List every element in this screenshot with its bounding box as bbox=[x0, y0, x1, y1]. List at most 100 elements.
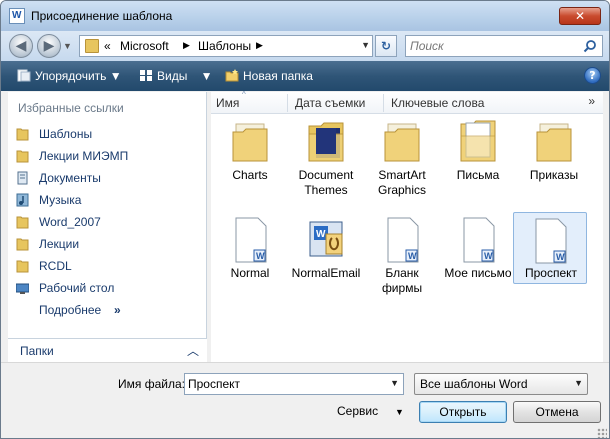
file-item-label: Document Themes bbox=[298, 168, 354, 197]
column-divider[interactable] bbox=[287, 94, 288, 112]
filename-label: Имя файла: bbox=[118, 377, 185, 391]
favorite-link-word2007[interactable]: Word_2007 bbox=[14, 212, 200, 232]
file-item-normal[interactable]: W Normal bbox=[212, 214, 288, 304]
help-button[interactable]: ? bbox=[584, 67, 601, 84]
folder-icon bbox=[16, 150, 29, 163]
file-item-label: Normal bbox=[230, 266, 270, 280]
organize-button[interactable]: Упорядочить ▼ bbox=[17, 68, 122, 84]
breadcrumb-separator-icon[interactable]: ▶ bbox=[183, 40, 190, 51]
svg-text:W: W bbox=[316, 229, 326, 240]
new-folder-icon bbox=[225, 69, 239, 82]
favorite-link-label: Лекции МИЭМП bbox=[39, 149, 129, 163]
favorite-link-music[interactable]: Музыка bbox=[14, 190, 200, 210]
column-header-keywords[interactable]: Ключевые слова bbox=[391, 96, 484, 110]
navigation-pane: Избранные ссылки Шаблоны Лекции МИЭМП До… bbox=[8, 92, 207, 362]
organize-label: Упорядочить bbox=[35, 69, 107, 83]
refresh-button[interactable]: ↻ bbox=[375, 35, 397, 57]
column-header-date[interactable]: Дата съемки bbox=[295, 96, 365, 110]
file-item-document-themes[interactable]: Document Themes bbox=[288, 116, 364, 206]
folder-icon bbox=[16, 238, 29, 251]
word-template-icon: W bbox=[387, 217, 419, 263]
tools-dropdown-icon[interactable]: ▼ bbox=[395, 407, 404, 417]
file-type-select[interactable]: Все шаблоны Word ▼ bbox=[414, 373, 588, 395]
file-item-label: Приказы bbox=[529, 168, 579, 182]
address-dropdown-icon[interactable]: ▼ bbox=[361, 40, 370, 50]
forward-button[interactable]: ▶ bbox=[37, 34, 61, 58]
breadcrumb-separator-icon[interactable]: ▶ bbox=[256, 40, 263, 51]
more-links-chevron-icon: » bbox=[114, 303, 121, 317]
title-bar[interactable]: Присоединение шаблона ✕ bbox=[1, 1, 609, 31]
favorite-link-label: Документы bbox=[39, 171, 101, 185]
svg-text:W: W bbox=[556, 252, 565, 262]
favorite-link-desktop[interactable]: Рабочий стол bbox=[14, 278, 200, 298]
organize-dropdown-icon: ▼ bbox=[106, 69, 122, 83]
favorite-link-documents[interactable]: Документы bbox=[14, 168, 200, 188]
views-label: Виды bbox=[157, 69, 188, 83]
word-template-icon: W bbox=[463, 217, 495, 263]
documents-icon bbox=[17, 171, 28, 185]
chevron-down-icon[interactable]: ▼ bbox=[574, 378, 583, 388]
favorite-link-label: RCDL bbox=[39, 259, 72, 273]
search-input[interactable] bbox=[410, 38, 580, 54]
chevron-up-icon[interactable]: ︿ bbox=[187, 342, 199, 359]
music-icon bbox=[16, 193, 29, 207]
chevron-down-icon[interactable]: ▼ bbox=[390, 378, 399, 388]
close-button[interactable]: ✕ bbox=[559, 7, 601, 25]
folder-icon bbox=[85, 39, 99, 53]
search-box[interactable] bbox=[405, 35, 603, 57]
favorite-link-rcdl[interactable]: RCDL bbox=[14, 256, 200, 276]
folder-icon bbox=[536, 123, 572, 162]
file-type-value: Все шаблоны Word bbox=[420, 377, 528, 391]
folder-icon bbox=[232, 123, 268, 162]
favorite-link-label: Word_2007 bbox=[39, 215, 101, 229]
file-item-company-letterhead[interactable]: W Бланк фирмы bbox=[364, 214, 440, 304]
breadcrumb-item-templates[interactable]: Шаблоны bbox=[198, 39, 251, 53]
attach-template-dialog: Присоединение шаблона ✕ ◀ ▶ ▼ « Microsof… bbox=[0, 0, 610, 439]
file-item-my-letter[interactable]: W Мое письмо bbox=[440, 214, 516, 304]
tools-button[interactable]: Сервис bbox=[337, 404, 378, 418]
views-dropdown-icon: ▼ bbox=[187, 69, 213, 83]
favorite-link-label: Лекции bbox=[39, 237, 80, 251]
recent-pages-dropdown-icon[interactable]: ▼ bbox=[63, 41, 72, 51]
file-item-label: NormalEmail bbox=[291, 266, 361, 280]
favorite-link-lectures[interactable]: Лекции bbox=[14, 234, 200, 254]
file-item-letters[interactable]: Письма bbox=[440, 116, 516, 206]
column-divider[interactable] bbox=[383, 94, 384, 112]
breadcrumb[interactable]: « Microsoft ▶ Шаблоны ▶ ▼ bbox=[79, 35, 373, 57]
filename-combobox[interactable]: ▼ bbox=[184, 373, 404, 395]
views-button[interactable]: Виды ▼ bbox=[139, 68, 213, 84]
views-icon bbox=[140, 70, 152, 81]
email-template-icon: W bbox=[309, 221, 343, 257]
file-item-label: Проспект bbox=[524, 266, 578, 280]
breadcrumb-item-microsoft[interactable]: Microsoft bbox=[120, 39, 169, 53]
file-item-smartart-graphics[interactable]: SmartArt Graphics bbox=[364, 116, 440, 206]
more-links-label: Подробнее bbox=[39, 303, 102, 317]
more-columns-button[interactable]: » bbox=[588, 94, 595, 108]
file-item-charts[interactable]: Charts bbox=[212, 116, 288, 206]
search-icon[interactable] bbox=[583, 39, 597, 53]
open-button[interactable]: Открыть bbox=[419, 401, 507, 423]
favorite-link-templates[interactable]: Шаблоны bbox=[14, 124, 200, 144]
favorite-link-lectures-miemp[interactable]: Лекции МИЭМП bbox=[14, 146, 200, 166]
window-title: Присоединение шаблона bbox=[31, 9, 173, 23]
file-item-label: Charts bbox=[232, 168, 268, 182]
breadcrumb-prefix[interactable]: « bbox=[104, 39, 111, 53]
file-item-prospectus[interactable]: W Проспект bbox=[513, 212, 587, 284]
file-item-label: Мое письмо bbox=[444, 266, 512, 280]
cancel-button[interactable]: Отмена bbox=[513, 401, 601, 423]
filename-input[interactable] bbox=[188, 377, 378, 391]
resize-grip[interactable] bbox=[597, 428, 607, 438]
column-headers: Имя ^ Дата съемки Ключевые слова » bbox=[211, 90, 603, 114]
new-folder-button[interactable]: Новая папка bbox=[225, 68, 313, 84]
column-header-name[interactable]: Имя bbox=[216, 96, 239, 110]
file-item-label: SmartArt Graphics bbox=[377, 168, 427, 197]
favorite-link-label: Музыка bbox=[39, 193, 82, 207]
folders-bar[interactable]: Папки ︿ bbox=[8, 338, 207, 362]
folder-icon bbox=[308, 122, 344, 162]
back-button[interactable]: ◀ bbox=[9, 34, 33, 58]
word-template-icon: W bbox=[535, 218, 567, 264]
more-links-button[interactable]: Подробнее » bbox=[14, 300, 200, 320]
file-item-orders[interactable]: Приказы bbox=[516, 116, 592, 206]
svg-text:W: W bbox=[484, 251, 493, 261]
file-item-normalemail[interactable]: W NormalEmail bbox=[288, 214, 364, 304]
